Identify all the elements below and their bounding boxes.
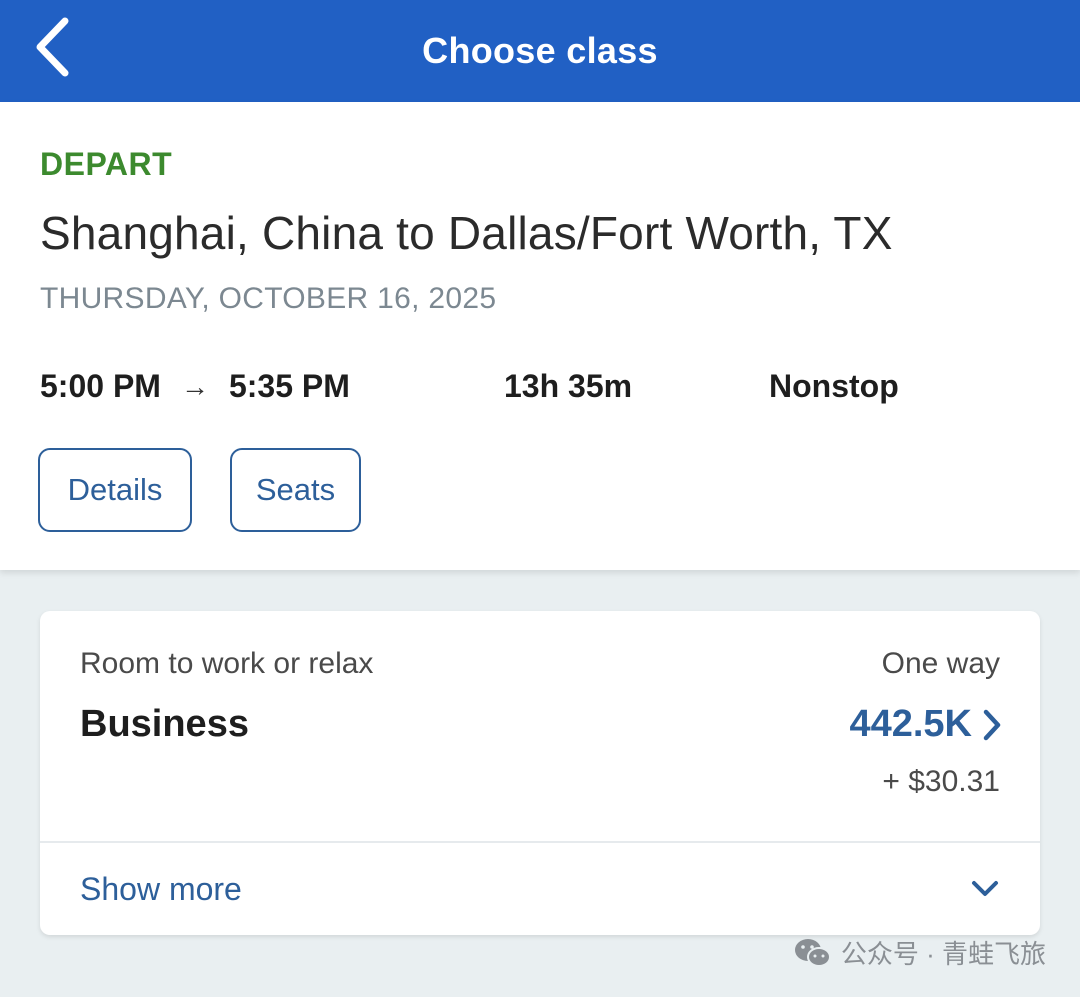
- fare-description: Room to work or relax: [80, 647, 374, 680]
- direction-label: DEPART: [40, 146, 173, 182]
- fare-price-button[interactable]: 442.5K: [849, 703, 1002, 746]
- flight-duration: 13h 35m: [504, 368, 633, 404]
- flight-times: 5:00 PM → 5:35 PM: [40, 368, 350, 405]
- fare-miles: 442.5K: [849, 703, 972, 745]
- chevron-right-icon: [983, 709, 1001, 740]
- watermark-text: 公众号 · 青蛙飞旅: [840, 939, 1046, 969]
- show-more-label: Show more: [80, 870, 242, 907]
- seats-button[interactable]: Seats: [230, 448, 361, 532]
- flight-summary: DEPART Shanghai, China to Dallas/Fort Wo…: [0, 102, 1080, 570]
- trip-type: One way: [881, 647, 1000, 680]
- flight-date: THURSDAY, OCTOBER 16, 2025: [40, 282, 497, 315]
- wechat-icon: [794, 938, 831, 967]
- cabin-class: Business: [80, 703, 249, 745]
- chevron-down-icon: [972, 881, 998, 896]
- watermark: 公众号 · 青蛙飞旅: [793, 934, 1046, 971]
- fare-taxes: + $30.31: [882, 765, 1000, 798]
- arrive-time: 5:35 PM: [228, 368, 350, 404]
- show-more-toggle[interactable]: Show more: [40, 843, 1040, 935]
- depart-time: 5:00 PM: [40, 368, 161, 404]
- fare-card-business[interactable]: Room to work or relax One way Business 4…: [40, 611, 1040, 935]
- stops-label: Nonstop: [769, 368, 899, 404]
- details-button[interactable]: Details: [38, 448, 192, 532]
- chevron-left-icon: [36, 17, 69, 77]
- page-title: Choose class: [422, 30, 658, 71]
- arrow-right-icon: →: [180, 370, 209, 402]
- top-bar: Choose class: [0, 0, 1080, 102]
- route-title: Shanghai, China to Dallas/Fort Worth, TX: [40, 207, 893, 259]
- back-button[interactable]: [28, 14, 76, 80]
